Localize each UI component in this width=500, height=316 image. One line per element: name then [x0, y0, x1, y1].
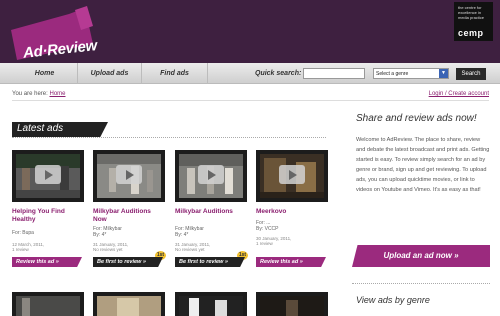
sidebar-intro-text: Welcome to AdReview. The place to share,… — [356, 137, 490, 193]
ad-title[interactable]: Helping You Find Healthy — [12, 208, 84, 224]
genre-section-title: View ads by genre — [356, 295, 430, 305]
ad-thumbnail[interactable] — [93, 292, 165, 316]
review-ad-button[interactable]: Review this ad » — [256, 257, 326, 267]
first-review-button[interactable]: Be first to review » — [93, 257, 163, 267]
genre-select[interactable]: Select a genre ▼ — [373, 68, 449, 79]
divider — [352, 283, 490, 284]
ad-reviews: No reviews yet — [93, 247, 123, 252]
ad-by: By: VCCP — [256, 226, 279, 232]
adreview-logo[interactable]: Ad·Review — [7, 6, 98, 62]
nav-upload-ads[interactable]: Upload ads — [78, 63, 142, 84]
breadcrumb: You are here: Home — [12, 91, 66, 97]
play-icon — [279, 165, 305, 184]
ad-thumbnail[interactable] — [12, 292, 84, 316]
ad-thumbnail[interactable] — [93, 150, 165, 202]
ad-title[interactable]: Milkybar Auditions — [175, 208, 247, 216]
nav-home[interactable]: Home — [12, 63, 78, 84]
review-ad-button[interactable]: Review this ad » — [12, 257, 82, 267]
first-review-button[interactable]: Be first to review » — [175, 257, 245, 267]
cemp-wordmark: cemp — [458, 28, 484, 38]
play-icon — [198, 165, 224, 184]
divider — [12, 137, 326, 138]
breadcrumb-prefix: You are here: — [12, 91, 48, 97]
quick-search-label: Quick search: — [255, 70, 302, 77]
ad-thumbnail[interactable] — [12, 150, 84, 202]
ad-for: For: Bupa — [12, 230, 34, 236]
ad-reviews: No reviews yet — [175, 247, 205, 252]
ad-by: By: 4* — [175, 232, 189, 238]
ad-thumbnail[interactable] — [256, 292, 328, 316]
latest-ads-title: Latest ads — [17, 123, 64, 134]
ad-reviews: 1 review — [256, 241, 273, 246]
quick-search-input[interactable] — [303, 68, 365, 79]
sidebar-title: Share and review ads now! — [356, 113, 477, 124]
play-icon — [35, 165, 61, 184]
play-icon — [116, 165, 142, 184]
breadcrumb-home-link[interactable]: Home — [49, 91, 65, 97]
ad-thumbnail[interactable] — [175, 150, 247, 202]
nav-find-ads[interactable]: Find ads — [142, 63, 208, 84]
cemp-tagline: the centre for excellence in media pract… — [458, 5, 485, 20]
login-create-account-link[interactable]: Login / Create account — [429, 91, 489, 97]
upload-ad-button[interactable]: Upload an ad now » — [352, 245, 490, 267]
genre-select-value: Select a genre — [376, 71, 409, 77]
latest-ads-heading: Latest ads — [12, 122, 108, 137]
ad-title[interactable]: Meerkovo — [256, 208, 328, 216]
ad-reviews: 1 review — [12, 247, 29, 252]
search-button[interactable]: Search — [456, 68, 486, 80]
chevron-down-icon: ▼ — [439, 69, 448, 78]
ad-thumbnail[interactable] — [175, 292, 247, 316]
site-header: Ad·Review the centre for excellence in m… — [0, 0, 500, 63]
cemp-logo[interactable]: the centre for excellence in media pract… — [454, 2, 493, 41]
divider — [12, 100, 489, 101]
ad-thumbnail[interactable] — [256, 150, 328, 202]
main-nav: Home Upload ads Find ads Quick search: S… — [0, 63, 500, 84]
ad-by: By: 4* — [93, 232, 107, 238]
ad-title[interactable]: Milkybar Auditions Now — [93, 208, 165, 224]
